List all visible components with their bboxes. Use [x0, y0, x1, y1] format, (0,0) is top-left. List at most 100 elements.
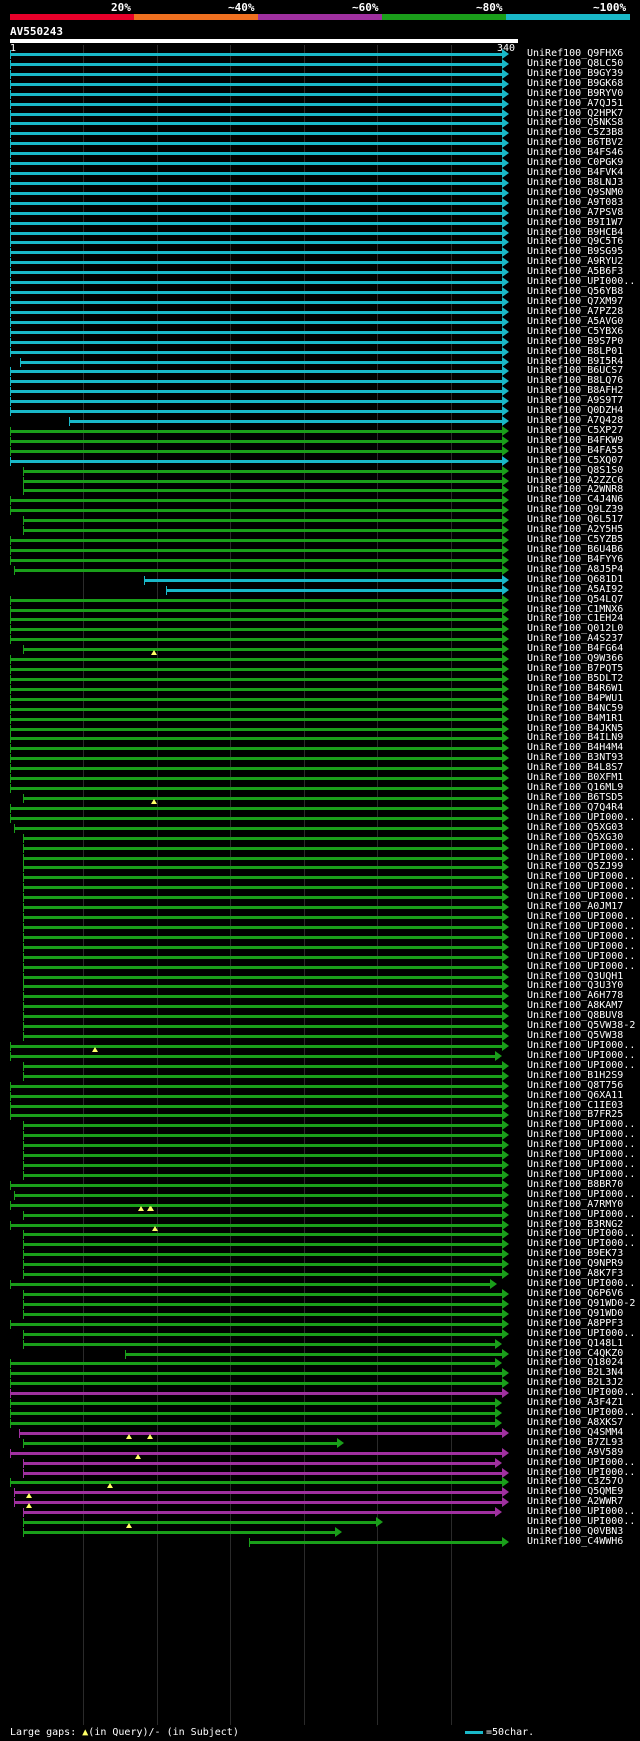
legend-band	[506, 14, 630, 20]
hit-arrow-icon	[502, 872, 509, 883]
hit-label[interactable]: UniRef100_C4WWH6	[527, 1536, 623, 1548]
hit-arrow-icon	[502, 554, 509, 565]
hit-bar	[10, 1451, 502, 1455]
hit-arrow-icon	[502, 1378, 509, 1389]
hit-bar	[23, 886, 502, 890]
hit-arrow-icon	[502, 207, 509, 218]
hit-bar	[14, 1501, 502, 1505]
legend-label: ~80%	[476, 1, 503, 14]
hit-arrow-icon	[502, 1060, 509, 1071]
hit-arrow-icon	[502, 624, 509, 635]
hit-bar	[10, 142, 502, 146]
hit-arrow-icon	[502, 177, 509, 188]
hit-bar	[10, 340, 502, 344]
hit-bar	[10, 181, 502, 185]
hit-arrow-icon	[502, 1368, 509, 1379]
hit-bar	[10, 132, 502, 136]
hit-bar	[10, 628, 502, 632]
hit-arrow-icon	[502, 1477, 509, 1488]
hit-arrow-icon	[502, 545, 509, 555]
gap-key: Large gaps: ▲(in Query)/- (in Subject)	[10, 1727, 239, 1738]
hit-arrow-icon	[494, 1408, 502, 1419]
hit-arrow-icon	[502, 108, 509, 119]
hit-arrow-icon	[502, 673, 509, 684]
hit-arrow-icon	[502, 376, 509, 387]
hit-arrow-icon	[502, 882, 509, 893]
hit-bar	[10, 737, 502, 741]
hit-bar	[10, 668, 502, 672]
hit-arrow-icon	[502, 842, 509, 853]
hit-arrow-icon	[502, 902, 509, 913]
hit-arrow-icon	[502, 1308, 509, 1319]
hit-row[interactable]: UniRef100_C4WWH6	[0, 1536, 640, 1548]
hit-arrow-icon	[502, 58, 509, 69]
hit-bar	[23, 1332, 502, 1336]
hit-arrow-icon	[494, 1417, 502, 1428]
hit-arrow-icon	[502, 1537, 509, 1547]
hit-bar	[10, 1322, 502, 1326]
gap-subject-dash: -	[154, 1727, 161, 1738]
hit-bar	[23, 896, 502, 900]
hit-bar	[23, 1531, 335, 1535]
hit-bar	[23, 1164, 502, 1168]
hit-bar	[10, 152, 502, 156]
hit-bar	[10, 777, 502, 781]
hit-arrow-icon	[502, 88, 509, 99]
hit-arrow-icon	[502, 634, 509, 645]
hit-bar	[23, 797, 502, 800]
hit-arrow-icon	[502, 535, 509, 546]
legend-band	[10, 14, 134, 20]
hit-arrow-icon	[494, 1050, 502, 1061]
legend-band	[258, 14, 382, 20]
hit-bar	[10, 191, 502, 195]
hit-bar	[10, 767, 502, 771]
hit-arrow-icon	[502, 991, 509, 1002]
hit-bar	[20, 360, 502, 364]
hit-arrow-icon	[494, 1398, 502, 1409]
scale-key: =50char.	[465, 1727, 534, 1738]
hit-arrow-icon	[502, 654, 509, 665]
hit-bar	[23, 1213, 502, 1217]
hit-bar	[124, 1352, 502, 1356]
hit-arrow-icon	[502, 98, 509, 109]
hit-bar	[14, 826, 502, 830]
hit-bar	[10, 241, 502, 245]
hit-arrow-icon	[502, 1427, 509, 1438]
hit-arrow-icon	[502, 723, 509, 734]
hit-arrow-icon	[502, 1388, 509, 1399]
hit-arrow-icon	[502, 1021, 509, 1032]
hit-bar	[10, 380, 502, 384]
hit-arrow-icon	[502, 1199, 509, 1210]
hit-arrow-icon	[502, 1487, 509, 1498]
hit-arrow-icon	[502, 644, 509, 655]
hit-bar	[10, 201, 502, 205]
hit-arrow-icon	[502, 1289, 509, 1299]
hit-arrow-icon	[502, 614, 509, 625]
hit-bar	[10, 429, 502, 433]
hit-bar	[23, 519, 502, 523]
hit-bar	[23, 529, 502, 533]
hit-arrow-icon	[502, 297, 509, 307]
hit-arrow-icon	[494, 1507, 502, 1518]
hit-bar	[10, 509, 502, 513]
query-name: AV550243	[10, 25, 63, 38]
hit-bar	[10, 499, 502, 503]
hit-arrow-icon	[502, 227, 509, 238]
hit-arrow-icon	[502, 703, 509, 714]
hit-arrow-icon	[502, 912, 509, 923]
hit-bar	[10, 301, 502, 304]
hit-arrow-icon	[502, 445, 509, 456]
query-bar	[10, 39, 518, 43]
hit-bar	[10, 261, 502, 265]
hit-bar	[10, 757, 502, 761]
legend-band	[134, 14, 258, 20]
hit-bar	[10, 390, 502, 394]
hit-arrow-icon	[375, 1517, 383, 1528]
hit-arrow-icon	[502, 187, 509, 198]
hit-arrow-icon	[502, 1209, 509, 1220]
hit-bar	[10, 72, 502, 76]
hit-arrow-icon	[502, 1160, 509, 1171]
hit-arrow-icon	[502, 1130, 509, 1141]
hit-arrow-icon	[502, 1041, 509, 1051]
hit-bar	[10, 618, 502, 622]
